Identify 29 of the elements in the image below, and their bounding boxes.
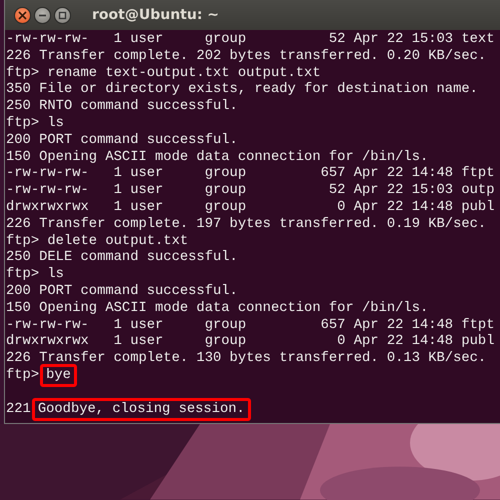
- terminal-prompt: 221: [6, 402, 31, 417]
- terminal-line: -rw-rw-rw- 1 user group 657 Apr 22 14:48 ftpt: [6, 166, 496, 184]
- terminal-line: 250 RNTO command successful.: [6, 99, 239, 116]
- terminal-line: drwxrwxrwx 1 user group 0 Apr 22 14:48 publ: [6, 334, 496, 351]
- maximize-icon: [58, 10, 67, 20]
- terminal-line: 200 PORT command successful.: [6, 284, 239, 301]
- terminal-line: -rw-rw-rw- 1 user group 52 Apr 22 15:03 text: [6, 32, 496, 49]
- terminal-line: ftp> rename text-output.txt output.txt: [6, 66, 322, 82]
- terminal-line: 250 DELE command successful.: [6, 250, 239, 267]
- close-icon: [18, 10, 27, 20]
- terminal-line: 150 Opening ASCII mode data connection for /bin/ls.: [6, 150, 430, 166]
- terminal-line: -rw-rw-rw- 1 user group 52 Apr 22 15:03 outp: [6, 183, 496, 200]
- close-button[interactable]: [14, 6, 31, 24]
- minimize-button[interactable]: [34, 6, 51, 24]
- highlighted-text: Goodbye, closing session.: [32, 398, 251, 421]
- window-title: root@Ubuntu: ~: [92, 7, 220, 23]
- terminal-prompt: ftp>: [6, 368, 40, 383]
- terminal-line: 350 File or directory exists, ready for destination name.: [6, 82, 479, 99]
- terminal-line: 226 Transfer complete. 202 bytes transferred. 0.20 KB/sec.: [6, 48, 488, 66]
- terminal-line: ftp> ls: [6, 267, 65, 284]
- terminal-line: drwxrwxrwx 1 user group 0 Apr 22 14:48 publ: [6, 200, 496, 217]
- terminal-line: -rw-rw-rw- 1 user group 657 Apr 22 14:48 ftpt: [6, 318, 496, 334]
- terminal-line: 200 PORT command successful.: [6, 132, 239, 150]
- terminal-line: ftp> delete output.txt: [6, 234, 190, 250]
- highlighted-text: bye: [40, 364, 77, 387]
- maximize-button[interactable]: [54, 6, 71, 24]
- terminal-line: 150 Opening ASCII mode data connection for /bin/ls.: [6, 300, 430, 318]
- terminal-line: 226 Transfer complete. 197 bytes transferred. 0.19 KB/sec.: [6, 216, 488, 234]
- terminal-line: ftp> ls: [6, 116, 65, 133]
